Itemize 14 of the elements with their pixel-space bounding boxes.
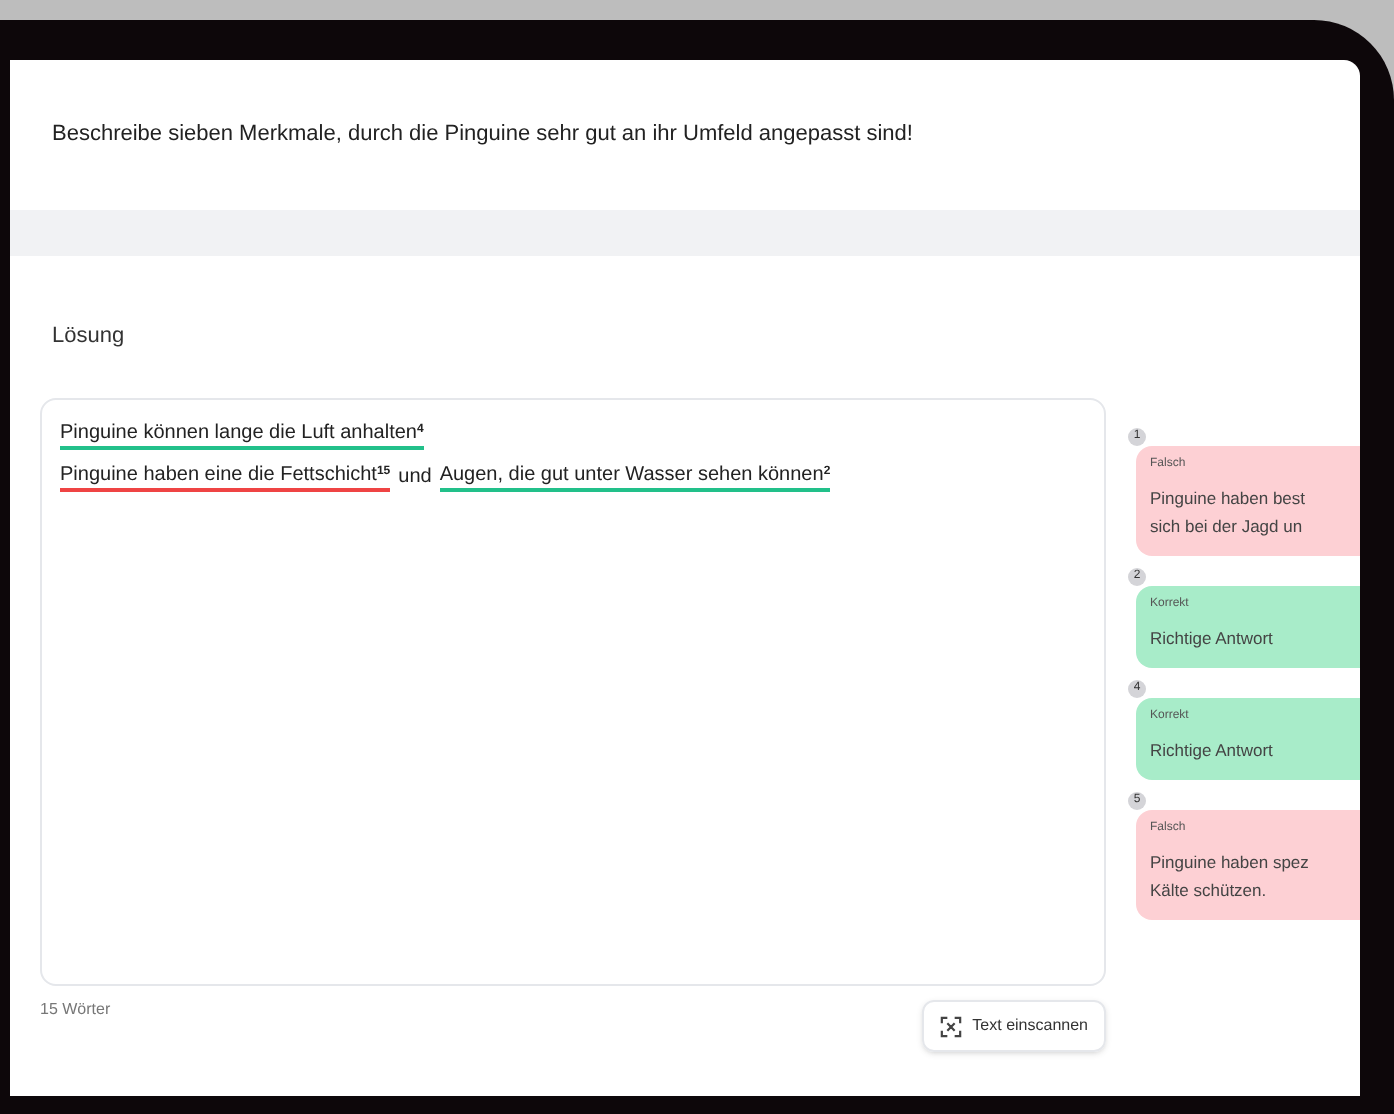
- annotated-answer: Pinguine können lange die Luft anhalten$^{4}$: [60, 420, 424, 450]
- feedback-message: Pinguine haben best sich bei der Jagd un: [1150, 486, 1308, 540]
- word-count: 15 Wörter: [40, 998, 111, 1022]
- scan-text-button[interactable]: Text einscannen: [922, 1000, 1106, 1052]
- feedback-message: Richtige Antwort: [1150, 626, 1275, 652]
- feedback-message: Richtige Antwort: [1150, 738, 1275, 764]
- answer-text: und: [398, 464, 432, 492]
- section-title: Lösung: [52, 324, 125, 348]
- feedback-message: Pinguine haben spez Kälte schützen.: [1150, 850, 1311, 904]
- scan-icon: [940, 1015, 963, 1037]
- answer-box[interactable]: Pinguine können lange die Luft anhalten$^{4}$ Pinguine haben eine die Fettschicht$^{15}$ und Augen, die gut unter Wasser sehen können$^{2}$: [40, 398, 1106, 986]
- annotated-answer: Pinguine haben eine die Fettschicht$^{15}$: [60, 462, 391, 492]
- question-text: Beschreibe sieben Merkmale, durch die Pinguine sehr gut an ihr Umfeld angepasst sind!: [52, 120, 913, 151]
- annotated-answer: Augen, die gut unter Wasser sehen können$^{2}$: [439, 462, 831, 492]
